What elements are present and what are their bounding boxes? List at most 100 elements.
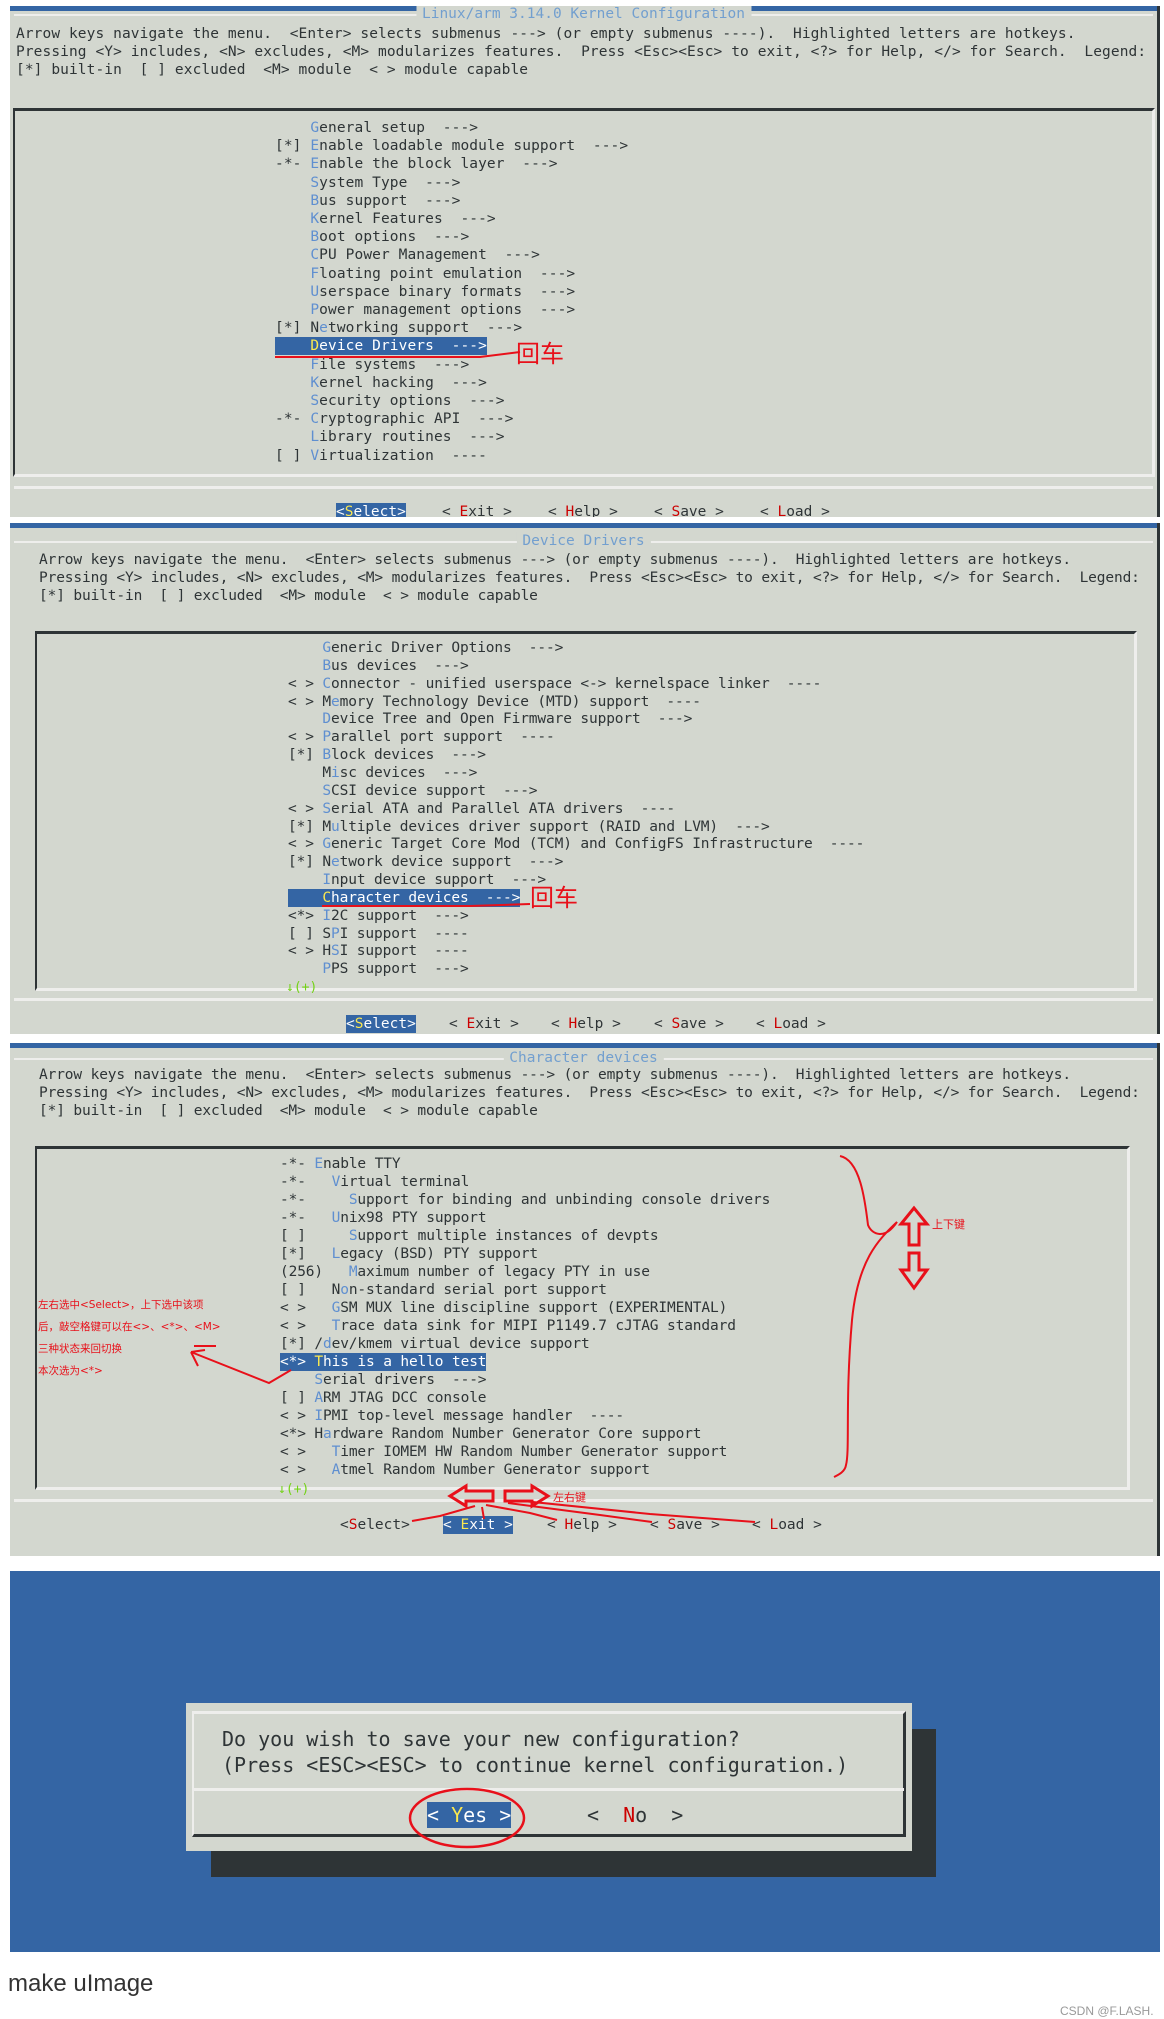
menu-item[interactable]: Power management options ---> — [275, 301, 575, 319]
menu-item[interactable]: File systems ---> — [275, 356, 469, 374]
menu-item[interactable]: < > Parallel port support ---- — [288, 728, 555, 746]
button-load[interactable]: < Load > — [756, 1015, 826, 1033]
menu-item[interactable]: Kernel hacking ---> — [275, 374, 487, 392]
label-text: < > M — [288, 693, 331, 710]
button-load[interactable]: < Load > — [760, 503, 830, 517]
menu-item[interactable]: [*] /dev/kmem virtual device support — [280, 1335, 590, 1353]
menu-item[interactable]: SCSI device support ---> — [288, 782, 537, 800]
menu-item[interactable]: PPS support ---> — [288, 960, 468, 978]
button-help[interactable]: < Help > — [548, 503, 618, 517]
menu-item[interactable]: CPU Power Management ---> — [275, 246, 540, 264]
menu-item[interactable]: (256) Maximum number of legacy PTY in us… — [280, 1263, 650, 1281]
label-text: nable TTY — [323, 1156, 401, 1172]
menu-item[interactable]: Misc devices ---> — [288, 764, 477, 782]
menu-item[interactable]: Generic Driver Options ---> — [288, 639, 563, 657]
help-text: Arrow keys navigate the menu. <Enter> se… — [16, 26, 1076, 42]
menu-item[interactable]: < > Generic Target Core Mod (TCM) and Co… — [288, 835, 864, 853]
button-load[interactable]: < Load > — [752, 1516, 822, 1534]
menu-item[interactable]: [ ] ARM JTAG DCC console — [280, 1389, 487, 1407]
menu-item[interactable]: < > IPMI top-level message handler ---- — [280, 1407, 624, 1425]
menu-item[interactable]: < > Atmel Random Number Generator suppor… — [280, 1461, 650, 1479]
help-text: Pressing <Y> includes, <N> excludes, <M>… — [16, 44, 1147, 60]
menu-item-selected[interactable]: Character devices ---> — [288, 888, 520, 907]
menu-item[interactable]: -*- Enable the block layer ---> — [275, 155, 558, 173]
menu-item-selected[interactable]: <*> This is a hello test — [280, 1353, 487, 1371]
menu-item[interactable]: < > GSM MUX line discipline support (EXP… — [280, 1299, 727, 1317]
button-help[interactable]: < Help > — [551, 1015, 621, 1033]
label-text: tmel Random Number Generator support — [340, 1462, 650, 1478]
menu-item[interactable]: -*- Unix98 PTY support — [280, 1209, 487, 1227]
label-text: mory Technology Device (MTD) support ---… — [339, 693, 701, 710]
menu-item-selected[interactable]: Device Drivers ---> — [275, 337, 487, 356]
menu-item[interactable]: <*> Hardware Random Number Generator Cor… — [280, 1425, 702, 1443]
button-label: < Yes > — [427, 1803, 512, 1827]
button-select[interactable]: <Select> — [346, 1015, 416, 1033]
menu-item[interactable]: [*] Network device support ---> — [288, 853, 563, 871]
label-text: < > — [288, 836, 323, 853]
menu-item[interactable]: [ ] Virtualization ---- — [275, 447, 487, 465]
menu-item[interactable]: < > Trace data sink for MIPI P1149.7 cJT… — [280, 1317, 736, 1335]
button-select[interactable]: <Select> — [336, 503, 406, 517]
menu-item[interactable]: -*- Enable TTY — [280, 1155, 401, 1173]
label-text: -*- — [280, 1156, 315, 1172]
hotkey-letter: G — [322, 836, 332, 853]
label-text: < > — [288, 800, 323, 817]
menu-item[interactable]: [ ] Non-standard serial port support — [280, 1281, 607, 1299]
label-text — [288, 658, 322, 674]
label-text: ltiple devices driver support (RAID and … — [339, 818, 770, 835]
menu-item[interactable]: Kernel Features ---> — [275, 210, 496, 228]
button-save[interactable]: < Save > — [654, 503, 724, 517]
menu-item[interactable]: Floating point emulation ---> — [275, 265, 575, 283]
button-exit[interactable]: < Exit > — [449, 1015, 519, 1033]
menu-item[interactable]: -*- Virtual terminal — [280, 1173, 469, 1191]
dialog-button-yes[interactable]: < Yes > — [427, 1802, 512, 1828]
menu-item[interactable]: [*] Networking support ---> — [275, 319, 522, 337]
label-text — [275, 284, 310, 300]
menu-item[interactable]: [ ] SPI support ---- — [288, 925, 469, 943]
button-help[interactable]: < Help > — [547, 1516, 617, 1534]
menu-item[interactable]: [ ] Support multiple instances of devpts — [280, 1227, 659, 1245]
label-text — [280, 1372, 314, 1388]
menu-item[interactable]: < > HSI support ---- — [288, 942, 469, 960]
label-text: < > — [280, 1408, 315, 1424]
button-save[interactable]: < Save > — [654, 1015, 724, 1033]
menu-item[interactable]: Input device support ---> — [288, 871, 546, 889]
menu-item[interactable]: [*] Multiple devices driver support (RAI… — [288, 818, 770, 836]
label-text: serspace binary formats ---> — [319, 283, 576, 300]
menu-item[interactable]: [*] Block devices ---> — [288, 746, 486, 764]
label-text: onnector - unified userspace <-> kernels… — [331, 675, 822, 692]
menu-item[interactable]: Boot options ---> — [275, 228, 469, 246]
menu-item[interactable]: [*] Enable loadable module support ---> — [275, 137, 628, 155]
menu-item[interactable]: Bus support ---> — [275, 192, 460, 210]
menu-item[interactable]: General setup ---> — [275, 119, 478, 137]
menu-item[interactable]: -*- Cryptographic API ---> — [275, 410, 513, 428]
menu-item[interactable]: Security options ---> — [275, 392, 505, 410]
menu-list-box — [13, 108, 1155, 477]
menu-item[interactable]: < > Serial ATA and Parallel ATA drivers … — [288, 800, 675, 818]
label-text: -*- — [280, 1174, 332, 1190]
menu-item[interactable]: Serial drivers ---> — [280, 1371, 486, 1389]
menu-item[interactable]: Library routines ---> — [275, 428, 505, 446]
menu-item[interactable]: System Type ---> — [275, 174, 460, 192]
button-exit[interactable]: < Exit > — [442, 503, 512, 517]
label-text: [*] M — [288, 818, 331, 835]
menu-item[interactable]: -*- Support for binding and unbinding co… — [280, 1191, 770, 1209]
button-save[interactable]: < Save > — [650, 1516, 720, 1534]
menu-item[interactable]: [*] Legacy (BSD) PTY support — [280, 1245, 538, 1263]
button-exit[interactable]: < Exit > — [443, 1516, 513, 1534]
menu-item[interactable]: Device Tree and Open Firmware support --… — [288, 710, 692, 728]
menu-item[interactable]: Userspace binary formats ---> — [275, 283, 575, 301]
label-text: tworking support ---> — [328, 320, 523, 337]
menu-item[interactable]: < > Memory Technology Device (MTD) suppo… — [288, 693, 701, 711]
menu-item[interactable]: < > Connector - unified userspace <-> ke… — [288, 675, 821, 693]
label-text: [*] N — [275, 320, 320, 337]
button-select[interactable]: <Select> — [340, 1516, 410, 1534]
menu-item[interactable]: < > Timer IOMEM HW Random Number Generat… — [280, 1443, 727, 1461]
dialog-button-no[interactable]: < No > — [587, 1802, 683, 1828]
label-text: erial ATA and Parallel ATA drivers ---- — [331, 800, 676, 817]
menu-item[interactable]: Bus devices ---> — [288, 657, 468, 675]
menu-item[interactable]: <*> I2C support ---> — [288, 907, 469, 925]
label-text: < > — [280, 1300, 332, 1316]
hotkey-letter: B — [322, 657, 332, 674]
panel-title: Linux/arm 3.14.0 Kernel Configuration — [415, 6, 752, 23]
